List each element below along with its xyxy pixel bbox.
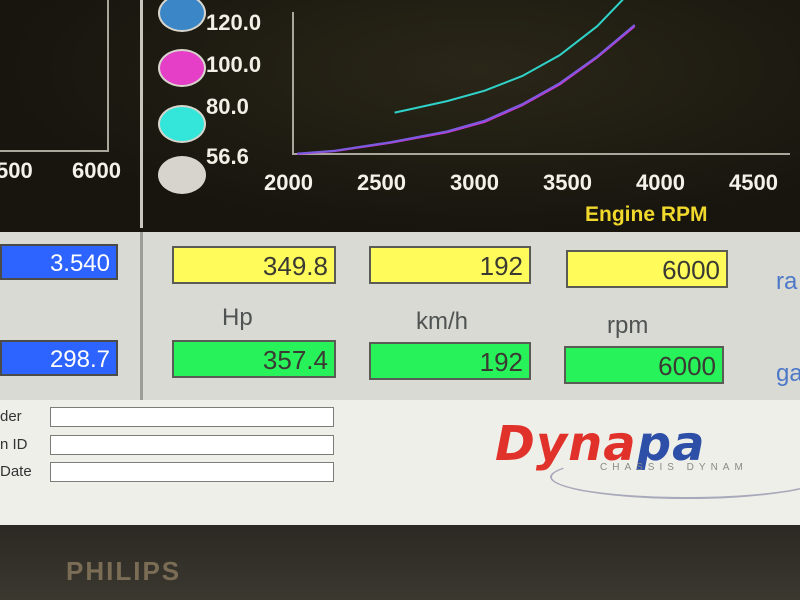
form-label-date: Date bbox=[0, 463, 32, 480]
chart-area: 500 6000 120.0 100.0 80.0 56.6 2000 2500… bbox=[0, 0, 800, 232]
speed-readout-yellow: 192 bbox=[369, 246, 531, 284]
series-line-1 bbox=[296, 25, 636, 155]
plot-axis bbox=[292, 12, 790, 155]
dyno-screen: 500 6000 120.0 100.0 80.0 56.6 2000 2500… bbox=[0, 0, 800, 525]
series-line-0 bbox=[394, 0, 624, 114]
date-field[interactable] bbox=[50, 462, 334, 482]
unit-label-hp: Hp bbox=[222, 304, 253, 331]
readout-panel: 3.540 298.7 349.8 192 6000 Hp km/h rpm 3… bbox=[0, 232, 800, 400]
logo-subtitle: CHASSIS DYNAM bbox=[600, 462, 748, 473]
form-label-id: n ID bbox=[0, 436, 28, 453]
rpm-readout-green: 6000 bbox=[564, 346, 724, 384]
left-readout-bottom: 298.7 bbox=[0, 340, 118, 376]
unit-label-kmh: km/h bbox=[416, 308, 469, 335]
monitor-brand: PHILIPS bbox=[66, 556, 182, 586]
der-field[interactable] bbox=[50, 407, 334, 427]
left-readout-top: 3.540 bbox=[0, 244, 118, 280]
left-readout-panel: 3.540 298.7 bbox=[0, 232, 143, 400]
id-field[interactable] bbox=[50, 435, 334, 455]
unit-label-rpm: rpm bbox=[607, 312, 649, 339]
edge-label-bottom: ga bbox=[776, 360, 800, 387]
edge-label-top: ra bbox=[776, 268, 798, 295]
form-label-der: der bbox=[0, 408, 22, 425]
speed-readout-green: 192 bbox=[369, 342, 531, 380]
power-readout-green: 357.4 bbox=[172, 340, 336, 378]
series-line-2 bbox=[296, 24, 636, 155]
rpm-readout-yellow: 6000 bbox=[566, 250, 728, 288]
power-curve-plot bbox=[292, 0, 790, 155]
power-readout-yellow: 349.8 bbox=[172, 246, 336, 284]
